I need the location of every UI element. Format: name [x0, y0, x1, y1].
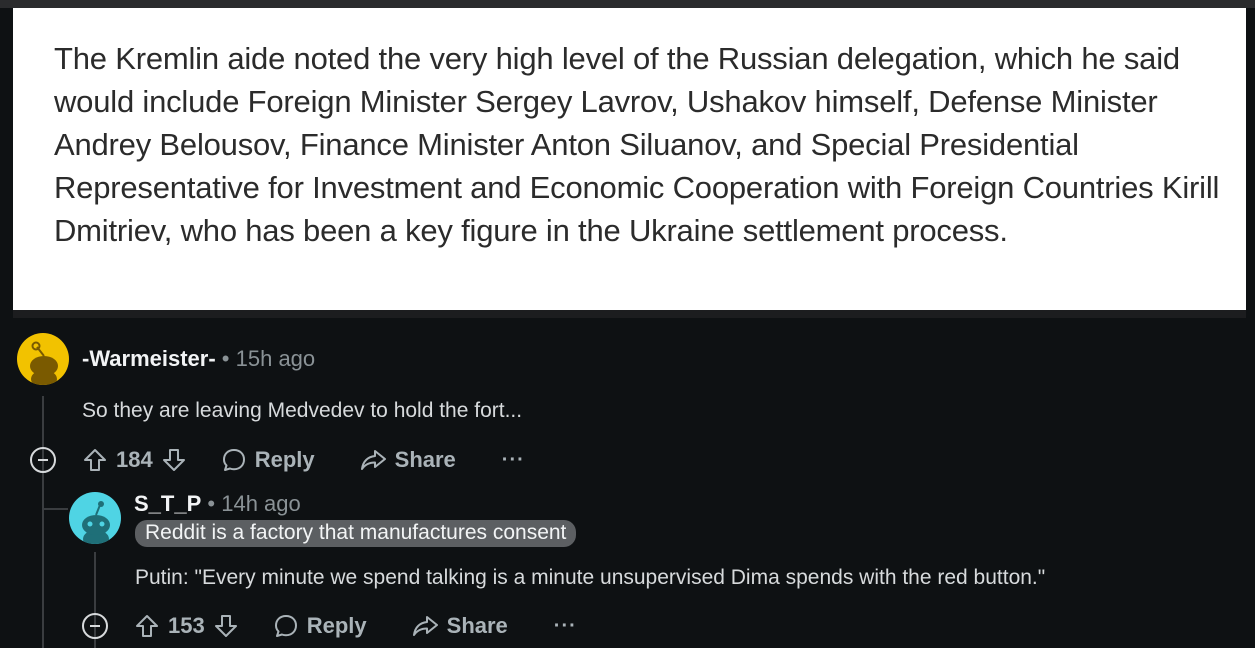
reply-button[interactable]: Reply	[273, 613, 367, 639]
comment-meta: -Warmeister- • 15h ago	[82, 346, 315, 372]
collapse-thread-button[interactable]	[82, 613, 108, 639]
speech-bubble-icon	[221, 447, 247, 473]
comment-actions: 184 Reply Share ···	[82, 444, 525, 476]
downvote-icon[interactable]	[161, 447, 187, 473]
avatar[interactable]	[17, 333, 69, 385]
vote-group: 153	[134, 613, 239, 639]
post-image[interactable]: The Kremlin aide noted the very high lev…	[13, 8, 1246, 310]
reply-button[interactable]: Reply	[221, 447, 315, 473]
reply-label: Reply	[254, 447, 315, 472]
top-edge	[0, 0, 1255, 8]
comment-timestamp[interactable]: 14h ago	[221, 491, 301, 516]
upvote-icon[interactable]	[82, 447, 108, 473]
vote-group: 184	[82, 447, 187, 473]
comment-body: So they are leaving Medvedev to hold the…	[82, 399, 523, 422]
share-arrow-icon	[359, 447, 387, 473]
collapse-thread-button[interactable]	[30, 447, 56, 473]
avatar[interactable]	[69, 492, 121, 544]
comment-timestamp[interactable]: 15h ago	[236, 346, 316, 371]
meta-separator: •	[207, 491, 216, 516]
comment-actions: 153 Reply Share ···	[134, 610, 577, 642]
comment-author[interactable]: S_T_P	[134, 491, 201, 516]
card-bottom-edge	[13, 310, 1246, 318]
comment-author[interactable]: -Warmeister-	[82, 346, 216, 371]
snoo-avatar-icon	[69, 492, 121, 544]
comment-meta: S_T_P • 14h ago	[134, 491, 301, 517]
upvote-icon[interactable]	[134, 613, 160, 639]
meta-separator: •	[221, 346, 230, 371]
share-label: Share	[394, 447, 456, 472]
downvote-icon[interactable]	[213, 613, 239, 639]
thread-line-primary	[42, 396, 44, 648]
share-button[interactable]: Share	[359, 447, 456, 473]
reply-label: Reply	[306, 613, 367, 638]
more-options-button[interactable]: ···	[502, 449, 525, 472]
share-button[interactable]: Share	[411, 613, 508, 639]
vote-count: 184	[116, 447, 153, 472]
user-flair: Reddit is a factory that manufactures co…	[135, 520, 577, 547]
share-label: Share	[446, 613, 508, 638]
vote-count: 153	[168, 613, 205, 638]
comment-body: Putin: "Every minute we spend talking is…	[135, 566, 1046, 589]
post-image-text: The Kremlin aide noted the very high lev…	[54, 41, 1220, 248]
snoo-avatar-icon	[17, 333, 69, 385]
share-arrow-icon	[411, 613, 439, 639]
speech-bubble-icon	[273, 613, 299, 639]
thread-line-reply-connector	[42, 508, 68, 510]
more-options-button[interactable]: ···	[554, 615, 577, 638]
